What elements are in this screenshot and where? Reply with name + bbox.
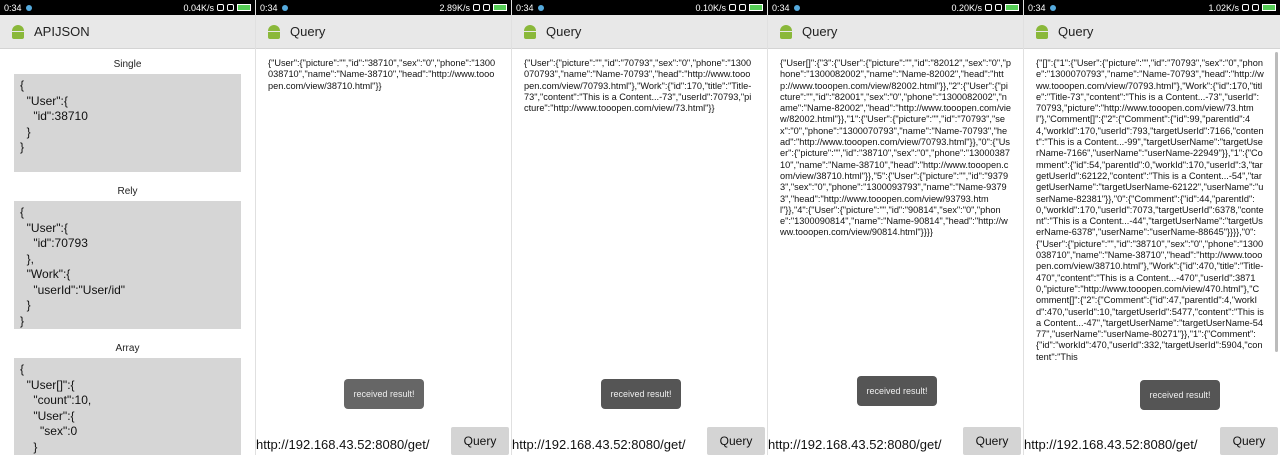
query-screen-rely: 0:34 0.10K/s Query {"User":{"picture":""… bbox=[512, 0, 768, 455]
android-icon bbox=[1034, 24, 1050, 40]
action-bar: APIJSON bbox=[0, 15, 255, 49]
notification-icon bbox=[1049, 4, 1056, 11]
query-bar: Query bbox=[256, 425, 511, 455]
notification-icon bbox=[537, 4, 544, 11]
result-text: {"User":{"picture":"","id":"70793","sex"… bbox=[524, 58, 752, 114]
query-screen-complex: 0:34 1.02K/s Query {"[]":{"1":{"User":{"… bbox=[1024, 0, 1280, 455]
network-speed: 0.04K/s bbox=[183, 2, 214, 13]
screen-title: Query bbox=[1058, 24, 1094, 39]
section-label-array: Array bbox=[115, 343, 140, 354]
url-input[interactable] bbox=[256, 433, 446, 455]
android-icon bbox=[522, 24, 538, 40]
status-time: 0:34 bbox=[4, 2, 22, 13]
action-bar: Query bbox=[1024, 15, 1280, 49]
battery-icon bbox=[237, 4, 251, 11]
wifi-icon bbox=[227, 4, 234, 11]
query-screen-single: 0:34 2.89K/s Query {"User":{"picture":""… bbox=[256, 0, 512, 455]
rely-request-box[interactable]: { "User":{ "id":70793 }, "Work":{ "userI… bbox=[14, 201, 241, 329]
action-bar: Query bbox=[256, 15, 511, 49]
notification-icon bbox=[793, 4, 800, 11]
android-icon bbox=[266, 24, 282, 40]
query-bar: Query bbox=[512, 425, 767, 455]
android-icon bbox=[10, 24, 26, 40]
status-bar: 0:34 0.10K/s bbox=[512, 0, 767, 15]
query-bar: Query bbox=[768, 425, 1023, 455]
query-button[interactable]: Query bbox=[707, 427, 765, 455]
section-label-rely: Rely bbox=[117, 186, 138, 197]
url-input[interactable] bbox=[1024, 433, 1214, 455]
query-button[interactable]: Query bbox=[451, 427, 509, 455]
screen-title: Query bbox=[290, 24, 326, 39]
notification-icon bbox=[281, 4, 288, 11]
status-time: 0:34 bbox=[516, 2, 534, 13]
query-screen-array: 0:34 0.20K/s Query {"User[]":{"3":{"User… bbox=[768, 0, 1024, 455]
status-bar: 0:34 0.04K/s bbox=[0, 0, 255, 15]
battery-icon bbox=[493, 4, 507, 11]
query-bar: Query bbox=[1024, 425, 1280, 455]
notification-icon bbox=[25, 4, 32, 11]
toast-message: received result! bbox=[857, 376, 937, 406]
alarm-icon bbox=[217, 4, 224, 11]
status-bar: 0:34 0.20K/s bbox=[768, 0, 1023, 15]
app-title: APIJSON bbox=[34, 24, 90, 39]
array-request-box[interactable]: { "User[]":{ "count":10, "User":{ "sex":… bbox=[14, 358, 241, 455]
action-bar: Query bbox=[512, 15, 767, 49]
result-text: {"User[]":{"3":{"User":{"picture":"","id… bbox=[780, 58, 1011, 238]
url-input[interactable] bbox=[512, 433, 702, 455]
wifi-icon bbox=[739, 4, 746, 11]
toast-message: received result! bbox=[344, 379, 424, 409]
result-text: {"[]":{"1":{"User":{"picture":"","id":"7… bbox=[1036, 58, 1264, 362]
screen-title: Query bbox=[802, 24, 838, 39]
alarm-icon bbox=[985, 4, 992, 11]
alarm-icon bbox=[473, 4, 480, 11]
single-request-box[interactable]: { "User":{ "id":38710 } } bbox=[14, 74, 241, 172]
toast-message: received result! bbox=[601, 379, 681, 409]
android-icon bbox=[778, 24, 794, 40]
status-time: 0:34 bbox=[772, 2, 790, 13]
url-input[interactable] bbox=[768, 433, 958, 455]
wifi-icon bbox=[483, 4, 490, 11]
toast-message: received result! bbox=[1140, 380, 1220, 410]
status-time: 0:34 bbox=[260, 2, 278, 13]
network-speed: 0.20K/s bbox=[951, 2, 982, 13]
alarm-icon bbox=[1242, 4, 1249, 11]
network-speed: 0.10K/s bbox=[695, 2, 726, 13]
scrollbar[interactable] bbox=[1275, 52, 1278, 352]
wifi-icon bbox=[1252, 4, 1259, 11]
query-button[interactable]: Query bbox=[963, 427, 1021, 455]
network-speed: 2.89K/s bbox=[439, 2, 470, 13]
battery-icon bbox=[749, 4, 763, 11]
status-bar: 0:34 2.89K/s bbox=[256, 0, 511, 15]
screen-title: Query bbox=[546, 24, 582, 39]
main-screen: 0:34 0.04K/s APIJSON Single { "User":{ "… bbox=[0, 0, 256, 455]
result-text: {"User":{"picture":"","id":"38710","sex"… bbox=[268, 58, 496, 91]
status-time: 0:34 bbox=[1028, 2, 1046, 13]
alarm-icon bbox=[729, 4, 736, 11]
network-speed: 1.02K/s bbox=[1208, 2, 1239, 13]
query-button[interactable]: Query bbox=[1220, 427, 1278, 455]
battery-icon bbox=[1262, 4, 1276, 11]
section-label-single: Single bbox=[113, 59, 142, 70]
status-bar: 0:34 1.02K/s bbox=[1024, 0, 1280, 15]
battery-icon bbox=[1005, 4, 1019, 11]
action-bar: Query bbox=[768, 15, 1023, 49]
wifi-icon bbox=[995, 4, 1002, 11]
